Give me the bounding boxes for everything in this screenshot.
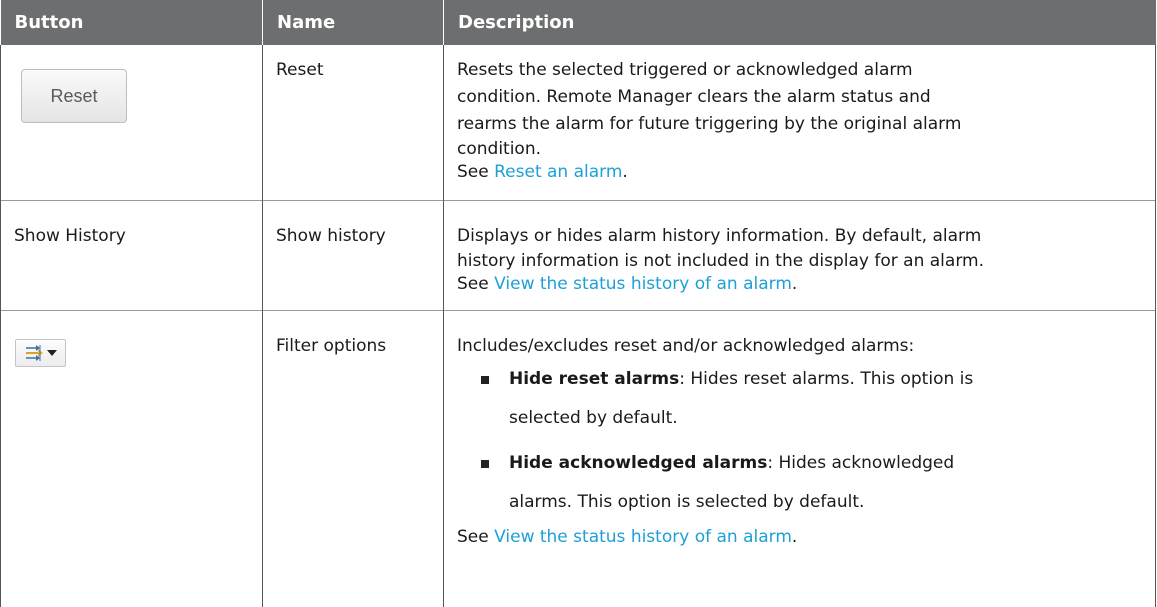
button-cell: Reset: [0, 45, 263, 200]
view-status-history-link[interactable]: View the status history of an alarm: [494, 527, 792, 547]
view-status-history-link[interactable]: View the status history of an alarm: [494, 274, 792, 294]
name-cell: Filter options: [262, 310, 444, 607]
list-item: Hide reset alarms: Hides reset alarms. T…: [479, 360, 1145, 438]
table-header-row: Button Name Description: [0, 0, 1156, 45]
see-prefix: See: [457, 273, 495, 294]
description-line: Resets the selected triggered or acknowl…: [457, 60, 913, 80]
chevron-down-icon: [47, 349, 57, 356]
header-button: Button: [0, 0, 263, 45]
list-item: Hide acknowledged alarms: Hides acknowle…: [479, 444, 1145, 522]
option-term: Hide reset alarms: [509, 368, 680, 389]
description-line: condition. Remote Manager clears the ala…: [457, 87, 931, 107]
button-cell[interactable]: Show History: [0, 200, 263, 310]
see-prefix: See: [457, 162, 495, 182]
table-row: Filter options Includes/excludes reset a…: [0, 310, 1156, 607]
name-cell: Show history: [262, 200, 444, 310]
description-intro: Includes/excludes reset and/or acknowled…: [457, 335, 915, 356]
see-prefix: See: [457, 526, 495, 547]
header-description: Description: [443, 0, 1156, 45]
option-text: : Hides acknowledged: [767, 452, 955, 473]
option-text-continued: selected by default.: [509, 407, 678, 428]
reset-button[interactable]: Reset: [21, 69, 127, 123]
description-cell: Displays or hides alarm history informat…: [443, 200, 1156, 310]
option-text: : Hides reset alarms. This option is: [679, 368, 974, 389]
header-name: Name: [262, 0, 444, 45]
see-suffix: .: [791, 273, 798, 294]
see-suffix: .: [791, 526, 798, 547]
filter-options-list: Hide reset alarms: Hides reset alarms. T…: [457, 360, 1145, 522]
description-cell: Resets the selected triggered or acknowl…: [443, 45, 1156, 200]
see-suffix: .: [622, 162, 628, 182]
name-cell: Reset: [262, 45, 444, 200]
description-cell: Includes/excludes reset and/or acknowled…: [443, 310, 1156, 607]
description-line: history information is not included in t…: [457, 250, 984, 271]
button-reference-table: Button Name Description Reset Reset Rese…: [0, 0, 1156, 607]
see-also: See Reset an alarm.: [457, 160, 1145, 184]
description-line: Displays or hides alarm history informat…: [457, 225, 982, 246]
option-text-continued: alarms. This option is selected by defau…: [509, 491, 865, 512]
option-term: Hide acknowledged alarms: [509, 452, 768, 473]
see-also: See View the status history of an alarm.: [457, 524, 1145, 551]
reset-an-alarm-link[interactable]: Reset an alarm: [494, 162, 622, 182]
filter-options-button[interactable]: [15, 338, 66, 367]
description-line: condition.: [457, 139, 542, 159]
see-also: See View the status history of an alarm.: [457, 272, 1145, 296]
description-line: rearms the alarm for future triggering b…: [457, 114, 962, 134]
table-row: Reset Reset Resets the selected triggere…: [0, 45, 1156, 200]
button-cell: [0, 310, 263, 607]
filter-options-icon: [26, 344, 43, 361]
table-row: Show History Show history Displays or hi…: [0, 200, 1156, 310]
